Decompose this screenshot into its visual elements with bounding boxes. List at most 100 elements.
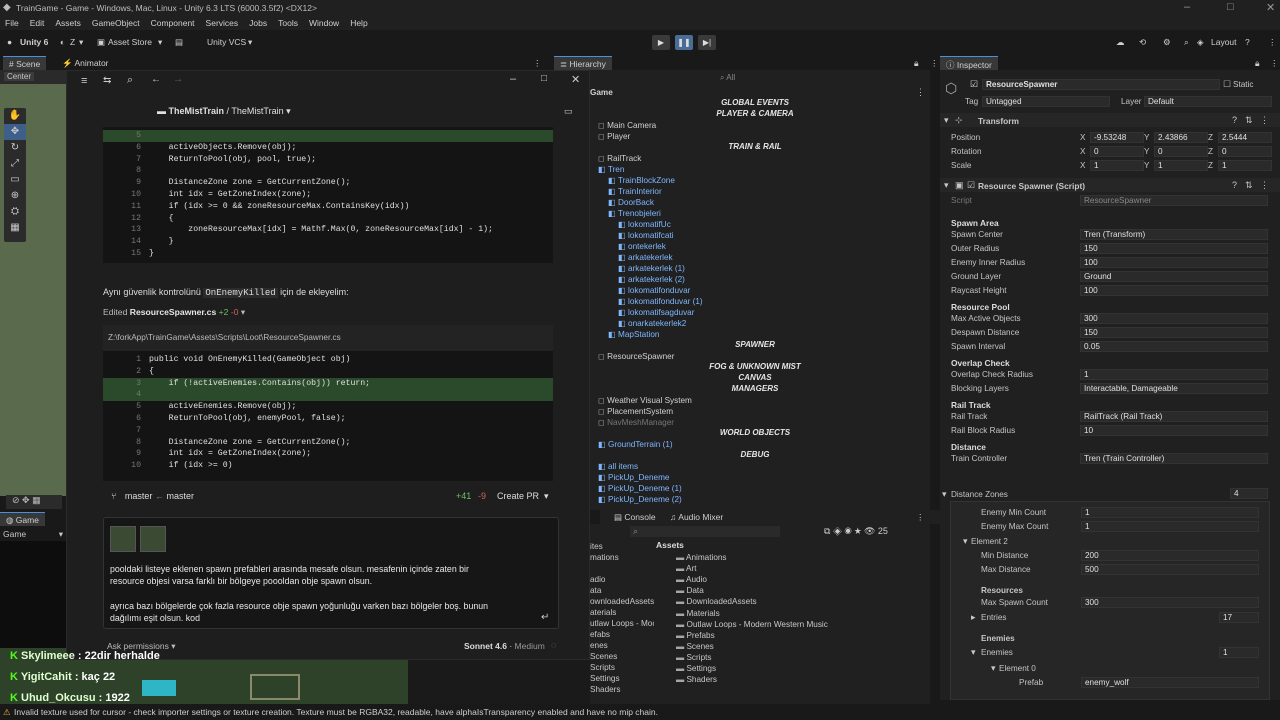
hierarchy-item[interactable]: ◧ PickUp_Deneme (2): [598, 494, 682, 505]
search-icon[interactable]: ⌕: [127, 74, 133, 87]
hierarchy-item[interactable]: ◧ MapStation: [608, 329, 659, 340]
project-tree-item[interactable]: efabs: [590, 630, 610, 639]
model-dropdown[interactable]: Sonnet 4.6 · Medium: [464, 641, 545, 651]
pause-button[interactable]: ❚❚: [675, 35, 693, 50]
inspector-field-value[interactable]: Tren (Transform): [1080, 229, 1268, 240]
inspector-field-value[interactable]: Tren (Train Controller): [1080, 453, 1268, 464]
tab-hierarchy[interactable]: ≣ Hierarchy: [554, 56, 612, 70]
hierarchy-item[interactable]: ◧ arkatekerlek: [618, 252, 673, 263]
project-folder[interactable]: ▬ Animations: [676, 553, 727, 562]
chevron-down-icon[interactable]: ▾: [241, 307, 245, 317]
more-icon[interactable]: ⋮: [533, 58, 542, 69]
max-spawn-count[interactable]: 300: [1081, 597, 1259, 608]
transform-scale-y-field[interactable]: 1: [1154, 160, 1208, 171]
scene-view[interactable]: Center ✋ ✥ ↻ ⤢ ▭ ⊕ ⛭ ▦ ⊘ ✥ ▦: [0, 70, 66, 509]
project-folder[interactable]: ▬ Scripts: [676, 653, 712, 662]
scale-tool-icon[interactable]: ⤢: [4, 156, 26, 172]
help-icon[interactable]: ?: [1232, 180, 1237, 190]
chevron-down-icon[interactable]: ▾: [963, 536, 968, 547]
inspector-field-value[interactable]: Interactable, Damageable: [1080, 383, 1268, 394]
sidebar-icon[interactable]: ⇆: [103, 75, 111, 86]
hierarchy-item[interactable]: ◧ Tren: [598, 164, 624, 175]
hierarchy-item[interactable]: ◻ Weather Visual System: [598, 395, 692, 406]
transform-rotation-y-field[interactable]: 0: [1154, 146, 1208, 157]
panel-icon[interactable]: ▭: [564, 106, 573, 117]
preset-icon[interactable]: ⇅: [1245, 115, 1253, 126]
project-folder[interactable]: ▬ Materials: [676, 609, 720, 618]
inspector-field-value[interactable]: 0.05: [1080, 341, 1268, 352]
entries-count[interactable]: 17: [1219, 612, 1259, 623]
edited-file-link[interactable]: ResourceSpawner.cs: [130, 307, 216, 317]
transform-position-x-field[interactable]: -9.53248: [1090, 132, 1144, 143]
create-pr-button[interactable]: Create PR: [497, 491, 539, 501]
hierarchy-item[interactable]: ◧ DoorBack: [608, 197, 654, 208]
hierarchy-item[interactable]: ◻ RailTrack: [598, 153, 641, 164]
inspector-field-value[interactable]: 100: [1080, 257, 1268, 268]
breadcrumb-project[interactable]: TheMistTrain: [169, 106, 225, 116]
attachment-thumbnail[interactable]: [140, 526, 166, 552]
menu-icon[interactable]: ≡: [81, 75, 87, 87]
distance-zones-count[interactable]: 4: [1230, 488, 1268, 499]
prompt-text[interactable]: pooldaki listeye eklenen spawn prefabler…: [110, 563, 550, 624]
label-icon[interactable]: ◈: [833, 526, 842, 536]
menu-component[interactable]: Component: [151, 18, 195, 28]
lock-icon[interactable]: 🔒︎: [914, 58, 919, 69]
hierarchy-item[interactable]: ◧ lokomatifonduvar: [618, 285, 690, 296]
hierarchy-item[interactable]: ◧ lokomatifsagduvar: [618, 307, 694, 318]
chevron-down-icon[interactable]: ▾: [971, 647, 976, 658]
cloud-icon[interactable]: ☁: [1116, 37, 1125, 48]
hierarchy-section[interactable]: MANAGERS: [590, 384, 920, 395]
account-button[interactable]: Unity 6: [20, 37, 48, 47]
hierarchy-section[interactable]: SPAWNER: [590, 340, 920, 351]
project-folder[interactable]: ▬ Settings: [676, 664, 716, 673]
hierarchy-item[interactable]: ◧ ontekerlek: [618, 241, 666, 252]
prompt-input[interactable]: pooldaki listeye eklenen spawn prefabler…: [103, 517, 559, 629]
scene-root[interactable]: Game: [590, 87, 613, 98]
tag-dropdown[interactable]: Untagged: [982, 96, 1110, 107]
project-folder[interactable]: ▬ Shaders: [676, 675, 717, 684]
prefab-field[interactable]: enemy_wolf: [1081, 677, 1259, 688]
more-icon[interactable]: ⋮: [1260, 115, 1269, 126]
project-tree-item[interactable]: enes: [590, 641, 608, 650]
project-tree-item[interactable]: aterials: [590, 608, 616, 617]
tab-inspector[interactable]: ⓘ Inspector: [940, 56, 998, 70]
transform-header[interactable]: ▾ ⊹ Transform ? ⇅ ⋮: [940, 113, 1280, 127]
inspector-field-value[interactable]: 100: [1080, 285, 1268, 296]
hierarchy-item[interactable]: ◧ lokomatifUc: [618, 219, 671, 230]
hierarchy-item[interactable]: ◻ PlacementSystem: [598, 406, 673, 417]
hierarchy-item[interactable]: ◧ Trenobjeleri: [608, 208, 661, 219]
hierarchy-item[interactable]: ◻ Player: [598, 131, 630, 142]
package-icon[interactable]: ▤: [175, 37, 183, 48]
transform-tool-icon[interactable]: ⊕: [4, 188, 26, 204]
menu-services[interactable]: Services: [206, 18, 239, 28]
project-tree-item[interactable]: ata: [590, 586, 601, 595]
chevron-right-icon[interactable]: ▸: [971, 612, 976, 623]
hierarchy-item[interactable]: ◧ TrainBlockZone: [608, 175, 675, 186]
hierarchy-section[interactable]: GLOBAL EVENTS: [590, 98, 920, 109]
more-icon[interactable]: ⋮: [1260, 180, 1269, 191]
menu-jobs[interactable]: Jobs: [249, 18, 267, 28]
layout-button[interactable]: Layout: [1211, 37, 1237, 47]
menu-edit[interactable]: Edit: [30, 18, 45, 28]
project-folder[interactable]: ▬ DownloadedAssets: [676, 597, 757, 606]
minimize-icon[interactable]: –: [1184, 1, 1190, 13]
forward-icon[interactable]: →: [173, 74, 183, 85]
back-icon[interactable]: ←: [151, 74, 161, 85]
move-tool-icon[interactable]: ✥: [4, 124, 26, 140]
project-tree-item[interactable]: ites: [590, 542, 603, 551]
menu-gameobject[interactable]: GameObject: [92, 18, 140, 28]
project-tree-item[interactable]: Scripts: [590, 663, 615, 672]
hierarchy-item[interactable]: ◻ ResourceSpawner: [598, 351, 674, 362]
project-tree-item[interactable]: Settings: [590, 674, 620, 683]
hierarchy-search[interactable]: ⌕ All: [720, 73, 910, 84]
hierarchy-item[interactable]: ◧ PickUp_Deneme (1): [598, 483, 682, 494]
view-tool-icon[interactable]: ▦: [4, 220, 26, 236]
attachment-thumbnail[interactable]: [110, 526, 136, 552]
transform-position-y-field[interactable]: 2.43866: [1154, 132, 1208, 143]
object-name-field[interactable]: ResourceSpawner: [982, 79, 1220, 90]
star-icon[interactable]: ★: [854, 526, 861, 536]
more-icon[interactable]: ⋮: [1268, 37, 1277, 48]
branch-from[interactable]: master: [125, 491, 153, 501]
hierarchy-item[interactable]: ◧ lokomatifcati: [618, 230, 674, 241]
rect-tool-icon[interactable]: ▭: [4, 172, 26, 188]
